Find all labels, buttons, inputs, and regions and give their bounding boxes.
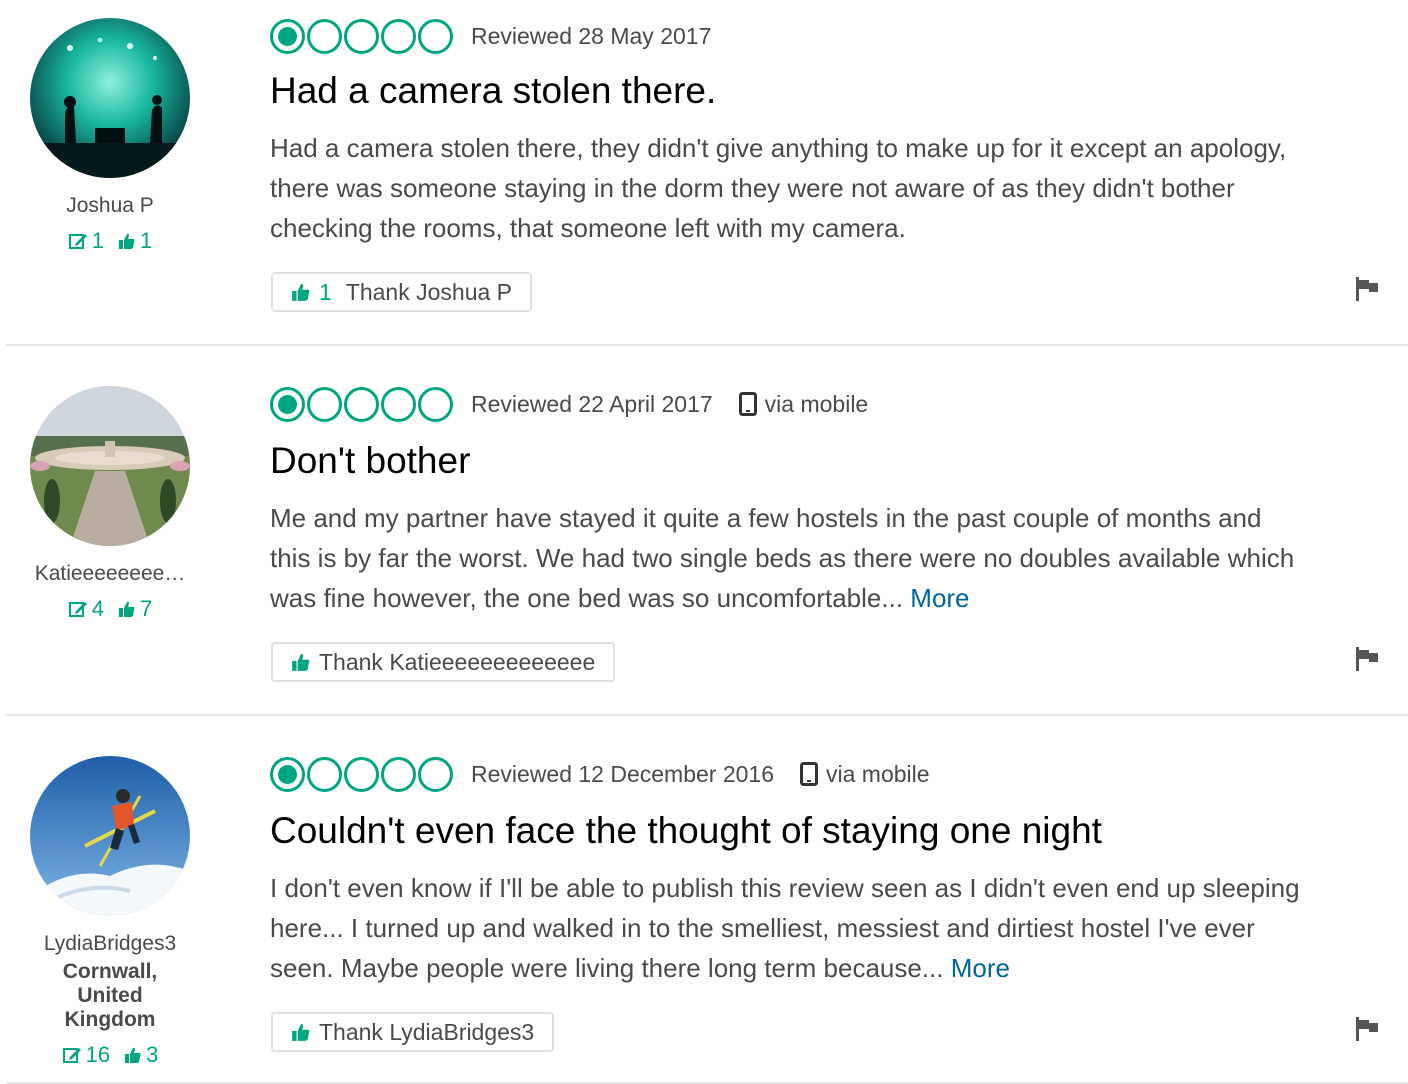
rating-bubble [418,18,453,54]
member-stats: 16 3 [20,1042,200,1068]
garden-photo-icon [30,386,190,546]
mobile-phone-icon [738,392,757,416]
rating-bubble [307,18,342,54]
review-body: Had a camera stolen there, they didn't g… [270,128,1300,248]
review-text: I don't even know if I'll be able to pub… [270,873,1300,983]
review-title[interactable]: Couldn't even face the thought of stayin… [270,810,1102,852]
review-card: Katieeeeeeee… 4 7 Reviewed 22 April 2017… [0,346,1408,716]
review-text: Had a camera stolen there, they didn't g… [270,133,1287,243]
report-button[interactable] [1354,646,1380,677]
rating-bubble [307,756,342,792]
contribution-value: 1 [91,228,104,253]
thank-button[interactable]: 1 Thank Joshua P [271,272,533,312]
report-button[interactable] [1354,276,1380,307]
member-location: Cornwall, United Kingdom [62,960,158,1031]
rating-row: Reviewed 28 May 2017 [270,16,711,56]
avatar[interactable] [30,386,190,546]
avatar[interactable] [30,756,190,916]
edit-icon [68,602,87,617]
thumbs-up-icon [292,283,310,301]
flag-icon [1356,1017,1378,1041]
thumbs-up-icon [292,653,310,671]
review-date: Reviewed 28 May 2017 [471,22,712,49]
via-mobile: via mobile [800,761,930,788]
helpful-count: 1 [118,228,152,254]
member-stats: 1 1 [20,228,200,254]
review-title[interactable]: Had a camera stolen there. [270,70,716,112]
helpful-count: 7 [118,596,152,622]
bubble-rating [270,386,453,422]
rating-bubble [307,386,342,422]
rating-bubble [418,756,453,792]
review-date: Reviewed 12 December 2016 [471,760,775,787]
thank-label: Thank Joshua P [345,278,513,305]
contribution-value: 4 [91,596,104,621]
flag-icon [1356,647,1378,671]
username-link[interactable]: Joshua P [20,194,200,218]
thank-button[interactable]: Thank Katieeeeeeeeeeeee [271,642,616,682]
thumbs-up-icon [125,1047,141,1063]
thumbs-up-icon [119,233,135,249]
rating-row: Reviewed 12 December 2016 via mobile [270,754,930,794]
rating-bubble [344,756,379,792]
rating-bubble [381,756,416,792]
edit-icon [62,1048,81,1063]
helpful-value: 7 [140,596,153,621]
more-link[interactable]: More [910,583,969,613]
bubble-rating [270,18,453,54]
thumbs-up-icon [119,601,135,617]
review-title[interactable]: Don't bother [270,440,470,482]
member-stats: 4 7 [20,596,200,622]
more-link[interactable]: More [951,953,1010,983]
username-link[interactable]: LydiaBridges3 [20,932,200,956]
member-info: Joshua P 1 1 [20,194,200,254]
contribution-count: 16 [62,1042,110,1068]
thank-button[interactable]: Thank LydiaBridges3 [271,1012,555,1052]
review-body: Me and my partner have stayed it quite a… [270,498,1300,618]
thank-label: Thank Katieeeeeeeeeeeee [319,648,596,675]
avatar[interactable] [30,18,190,178]
username-link[interactable]: Katieeeeeeee… [20,562,200,586]
review-body: I don't even know if I'll be able to pub… [270,868,1300,988]
member-info: LydiaBridges3 Cornwall, United Kingdom 1… [20,932,200,1068]
rating-bubble [344,18,379,54]
bubble-rating [270,756,453,792]
thumbs-up-icon [292,1023,310,1041]
skier-photo-icon [30,756,190,916]
edit-icon [68,234,87,249]
member-info: Katieeeeeeee… 4 7 [20,562,200,622]
report-button[interactable] [1354,1016,1380,1047]
rating-bubble [381,386,416,422]
review-date: Reviewed 22 April 2017 [471,390,713,417]
contribution-count: 1 [68,228,104,254]
rating-bubble [270,386,305,422]
flag-icon [1356,277,1378,301]
helpful-count: 3 [124,1042,158,1068]
via-mobile-label: via mobile [764,390,869,417]
contribution-count: 4 [68,596,104,622]
thank-count: 1 [319,278,332,305]
rating-bubble [381,18,416,54]
helpful-value: 1 [140,228,153,253]
mobile-phone-icon [800,762,819,786]
rating-row: Reviewed 22 April 2017 via mobile [270,384,868,424]
via-mobile-label: via mobile [826,760,930,787]
review-card: Joshua P 1 1 Reviewed 28 May 2017 Had a … [0,0,1408,346]
thank-label: Thank LydiaBridges3 [319,1018,535,1045]
rating-bubble [270,756,305,792]
via-mobile: via mobile [738,390,869,418]
concert-photo-icon [30,18,190,178]
contribution-value: 16 [85,1042,111,1067]
rating-bubble [270,18,305,54]
rating-bubble [418,386,453,422]
rating-bubble [344,386,379,422]
helpful-value: 3 [146,1042,159,1067]
review-card: LydiaBridges3 Cornwall, United Kingdom 1… [0,716,1408,1084]
review-text: Me and my partner have stayed it quite a… [270,503,1295,613]
